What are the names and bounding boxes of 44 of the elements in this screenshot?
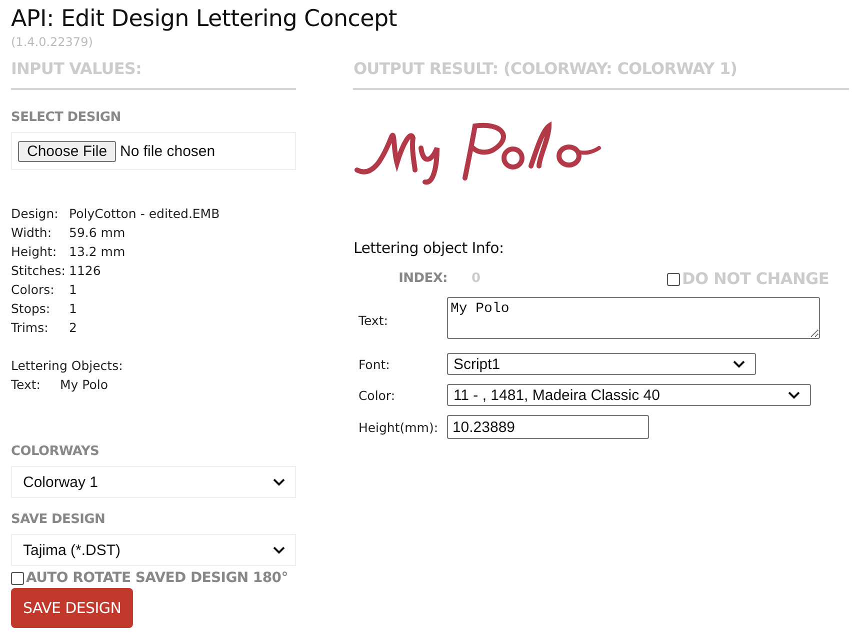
field-label: Height(mm): <box>358 420 440 434</box>
info-label: Trims: <box>11 319 50 337</box>
dropdown[interactable]: Tajima (*.DST) <box>11 534 296 566</box>
page-title: API: Edit Design Lettering Concept <box>11 5 398 34</box>
info-label: Text: <box>11 376 42 394</box>
field-label: Text: <box>358 313 389 328</box>
info-heading: Lettering Objects: <box>11 357 124 375</box>
dropdown[interactable]: Colorway 1 <box>11 466 296 498</box>
chevron-down-icon <box>733 360 746 368</box>
info-value: 13.2 mm <box>69 243 126 261</box>
chevron-down-icon <box>788 391 800 399</box>
info-label: Stops: <box>11 300 52 318</box>
info-label: Design: <box>11 205 60 223</box>
dropdown[interactable]: Script1 <box>447 353 756 375</box>
info-value: 1 <box>69 300 78 318</box>
field-label: Color: <box>358 388 396 402</box>
info-value: My Polo <box>60 376 110 394</box>
info-heading: Lettering object Info: <box>353 239 505 257</box>
info-label: Height: <box>11 243 58 261</box>
info-label: Stitches: <box>11 262 66 280</box>
dropdown[interactable]: 11 - , 1481, Madeira Classic 40 <box>447 384 812 406</box>
field-label: SELECT DESIGN <box>11 110 122 126</box>
version-label: (1.4.0.22379) <box>11 34 94 50</box>
save-button[interactable]: SAVE DESIGN <box>11 588 134 628</box>
chevron-down-icon <box>273 546 286 554</box>
field-label: SAVE DESIGN <box>11 512 106 528</box>
info-value: 2 <box>69 319 78 337</box>
index-label: INDEX: <box>398 271 448 287</box>
choose-file-button[interactable]: Choose File <box>18 140 116 162</box>
file-status: No file chosen <box>120 142 216 160</box>
info-label: Colors: <box>11 281 56 299</box>
info-value: 59.6 mm <box>69 224 126 242</box>
checkbox[interactable] <box>667 272 680 286</box>
checkbox-label: AUTO ROTATE SAVED DESIGN 180° <box>26 570 288 586</box>
info-value: 1126 <box>69 262 102 280</box>
chevron-down-icon <box>273 478 286 486</box>
input-field[interactable]: 10.23889 <box>447 415 650 439</box>
info-label: Width: <box>11 224 53 242</box>
field-label: Font: <box>358 356 391 372</box>
info-value: PolyCotton - edited.EMB <box>69 205 221 223</box>
field-label: COLORWAYS <box>11 444 100 460</box>
info-value: 1 <box>69 281 78 299</box>
text-area[interactable]: My Polo <box>447 297 820 339</box>
checkbox[interactable] <box>11 572 24 584</box>
